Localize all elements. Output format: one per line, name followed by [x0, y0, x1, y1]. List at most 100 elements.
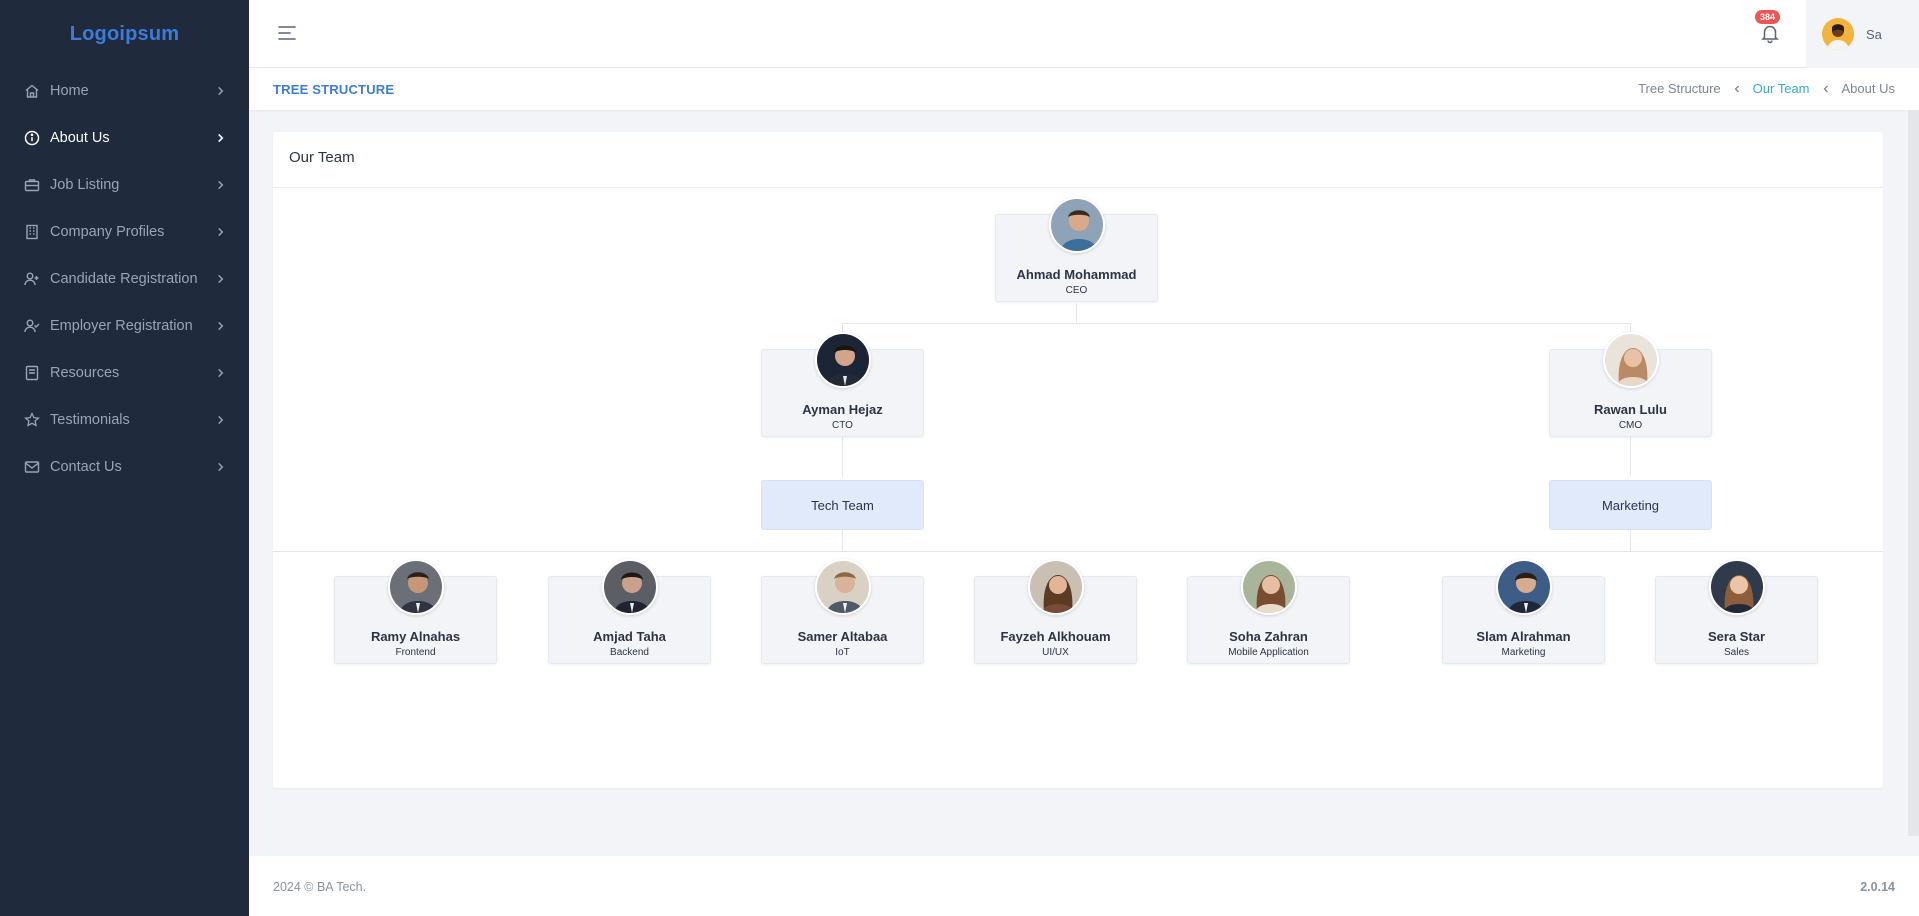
chevron-right-icon — [218, 274, 224, 283]
chevron-right-icon — [218, 227, 224, 236]
notification-badge: 384 — [1755, 10, 1781, 24]
chevron-right-icon — [218, 321, 224, 330]
org-node-member[interactable]: Slam Alrahman Marketing — [1442, 559, 1605, 664]
user-menu[interactable]: Sa — [1806, 0, 1919, 68]
sidebar-item-label: About Us — [50, 129, 110, 146]
sidebar-item-label: Testimonials — [50, 411, 130, 428]
breadcrumb-tree-structure[interactable]: Tree Structure — [1638, 81, 1721, 96]
chevron-right-icon — [218, 86, 224, 95]
org-node-member[interactable]: Samer Altabaa IoT — [761, 559, 924, 664]
profile-photo — [1240, 559, 1297, 615]
profile-photo — [1602, 332, 1659, 388]
sidebar-item-resources[interactable]: Resources — [0, 349, 249, 396]
avatar — [1822, 18, 1854, 50]
breadcrumb-about-us[interactable]: About Us — [1842, 81, 1895, 96]
person-role: Marketing — [1501, 647, 1546, 658]
profile-photo — [1708, 559, 1765, 615]
building-icon — [24, 224, 40, 240]
scrollbar-thumb[interactable] — [1908, 110, 1919, 836]
chevron-left-icon — [1734, 85, 1739, 92]
briefcase-icon — [24, 177, 40, 193]
profile-photo — [1495, 559, 1552, 615]
org-node-cmo[interactable]: Rawan Lulu CMO — [1549, 332, 1712, 437]
bell-icon[interactable] — [1759, 22, 1781, 44]
person-role: UI/UX — [1042, 647, 1069, 658]
person-role: Backend — [610, 647, 649, 658]
sidebar-item-job-listing[interactable]: Job Listing — [0, 161, 249, 208]
page-header: TREE STRUCTURE Tree Structure Our Team A… — [249, 68, 1919, 110]
person-name: Samer Altabaa — [797, 629, 888, 644]
user-check-icon — [24, 318, 40, 334]
org-node-member[interactable]: Soha Zahran Mobile Application — [1187, 559, 1350, 664]
chevron-right-icon — [218, 368, 224, 377]
person-name: Ayman Hejaz — [802, 402, 883, 417]
chevron-right-icon — [218, 180, 224, 189]
sidebar-item-label: Contact Us — [50, 458, 122, 475]
card-title: Our Team — [273, 132, 1883, 188]
sidebar-item-company-profiles[interactable]: Company Profiles — [0, 208, 249, 255]
version-text: 2.0.14 — [1860, 880, 1895, 894]
person-name: Slam Alrahman — [1476, 629, 1571, 644]
sidebar-item-label: Company Profiles — [50, 223, 165, 240]
person-role: Frontend — [395, 647, 436, 658]
person-role: Sales — [1723, 647, 1749, 658]
org-node-member[interactable]: Amjad Taha Backend — [548, 559, 711, 664]
person-role: CTO — [832, 420, 853, 431]
person-role: CEO — [1065, 285, 1088, 296]
sidebar-item-label: Home — [50, 82, 89, 99]
page-title: TREE STRUCTURE — [273, 82, 395, 97]
home-icon — [24, 83, 40, 99]
info-icon — [24, 130, 40, 146]
sidebar-item-label: Employer Registration — [50, 317, 193, 334]
person-role: Mobile Application — [1228, 647, 1309, 658]
org-node-member[interactable]: Fayzeh Alkhouam UI/UX — [974, 559, 1137, 664]
chevron-left-icon — [1823, 85, 1828, 92]
profile-photo — [1027, 559, 1084, 615]
sidebar-item-about-us[interactable]: About Us — [0, 114, 249, 161]
person-role: IoT — [835, 647, 850, 658]
mail-icon — [24, 459, 40, 475]
person-name: Ramy Alnahas — [370, 629, 461, 644]
sidebar: Logoipsum Home About Us Job Listing Comp… — [0, 0, 249, 916]
profile-photo — [814, 559, 871, 615]
person-name: Sera Star — [1707, 629, 1766, 644]
menu-toggle-icon[interactable] — [277, 24, 297, 42]
profile-photo — [601, 559, 658, 615]
book-icon — [24, 365, 40, 381]
topbar: 384 Sa — [249, 0, 1919, 68]
sidebar-item-label: Job Listing — [50, 176, 120, 193]
star-icon — [24, 411, 40, 428]
sidebar-item-testimonials[interactable]: Testimonials — [0, 396, 249, 443]
user-name: Sa — [1866, 26, 1882, 42]
profile-photo — [387, 559, 444, 615]
sidebar-item-candidate-registration[interactable]: Candidate Registration — [0, 255, 249, 302]
sidebar-item-label: Resources — [50, 364, 120, 381]
user-plus-icon — [24, 271, 40, 287]
breadcrumb: Tree Structure Our Team About Us — [1638, 81, 1895, 96]
person-name: Ahmad Mohammad — [1016, 267, 1137, 282]
chevron-right-icon — [218, 415, 224, 424]
footer: 2024 © BA Tech. 2.0.14 — [249, 856, 1919, 916]
org-node-cto[interactable]: Ayman Hejaz CTO — [761, 332, 924, 437]
sidebar-item-label: Candidate Registration — [50, 270, 198, 287]
person-role: CMO — [1618, 420, 1643, 431]
person-name: Fayzeh Alkhouam — [1000, 629, 1111, 644]
sidebar-item-contact-us[interactable]: Contact Us — [0, 443, 249, 490]
group-tech-team[interactable]: Tech Team — [761, 480, 924, 530]
sidebar-item-employer-registration[interactable]: Employer Registration — [0, 302, 249, 349]
copyright-text: 2024 © BA Tech. — [273, 880, 367, 894]
profile-photo — [814, 332, 871, 388]
group-marketing[interactable]: Marketing — [1549, 480, 1712, 530]
org-node-ceo[interactable]: Ahmad Mohammad CEO — [995, 197, 1158, 302]
chevron-right-icon — [218, 462, 224, 471]
person-name: Soha Zahran — [1229, 629, 1308, 644]
chevron-right-icon — [218, 133, 224, 142]
breadcrumb-our-team[interactable]: Our Team — [1753, 81, 1810, 96]
person-name: Amjad Taha — [593, 629, 666, 644]
profile-photo — [1048, 197, 1105, 253]
org-node-member[interactable]: Sera Star Sales — [1655, 559, 1818, 664]
sidebar-item-home[interactable]: Home — [0, 67, 249, 114]
org-node-member[interactable]: Ramy Alnahas Frontend — [334, 559, 497, 664]
logo[interactable]: Logoipsum — [0, 0, 249, 68]
person-name: Rawan Lulu — [1594, 402, 1667, 417]
